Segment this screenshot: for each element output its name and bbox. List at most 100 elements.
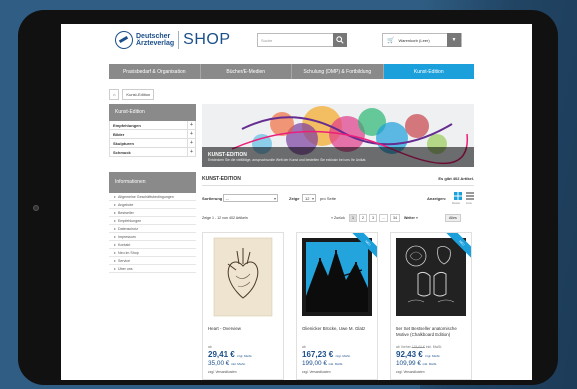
- plus-icon[interactable]: +: [187, 148, 195, 156]
- plus-icon[interactable]: +: [187, 130, 195, 138]
- pagination-page-2[interactable]: 2: [358, 214, 367, 222]
- sidebar-item-skulpturen[interactable]: Skulpturen +: [109, 139, 196, 148]
- sidebar-item-label: Bilder: [113, 131, 125, 137]
- grid-view-icon[interactable]: [454, 192, 462, 200]
- price-net-suffix: zzgl. MwSt.: [424, 354, 441, 358]
- sidebar-item-bilder[interactable]: Bilder +: [109, 130, 196, 139]
- product-name[interactable]: Heart - Overview: [208, 326, 282, 332]
- sidebar-info-title: Informationen: [109, 172, 196, 193]
- listing-count: Es gibt 402 Artikel.: [438, 176, 474, 181]
- chevron-down-icon[interactable]: ▼: [447, 33, 461, 47]
- cart-button[interactable]: 🛒 Warenkorb (Leer) ▼: [382, 33, 462, 47]
- sidebar-item-empfehlungen[interactable]: Empfehlungen +: [109, 121, 196, 130]
- pagination-page-3[interactable]: 3: [368, 214, 377, 222]
- pagination-ellipsis: ...: [378, 214, 388, 222]
- list-view-label: Liste: [466, 201, 472, 205]
- info-link-agb[interactable]: Allgemeine Geschäftsbedingungen: [109, 193, 196, 201]
- list-view-icon[interactable]: [466, 192, 474, 200]
- sort-select[interactable]: -- ▾: [223, 194, 278, 202]
- info-link-empfehlungen[interactable]: Empfehlungen: [109, 217, 196, 225]
- info-link-neu[interactable]: Neu im Shop: [109, 249, 196, 257]
- search-button[interactable]: [333, 33, 347, 47]
- product-grid: Heart - Overview ab 29,41 € zzgl. MwSt. …: [202, 232, 474, 380]
- price-net: 29,41 € zzgl. MwSt.: [208, 350, 252, 359]
- chalkboard-anatomy-image: [396, 238, 466, 316]
- pagination-page-1[interactable]: 1: [348, 214, 357, 222]
- info-link-ueber-uns[interactable]: Über uns: [109, 265, 196, 273]
- per-page-value: 12: [305, 195, 310, 201]
- product-name[interactable]: 5er Set Bestseller anatomische Motive (C…: [396, 326, 470, 338]
- nav-item-buecher[interactable]: Bücher/E-Medien: [201, 64, 292, 79]
- price-net: 167,23 € zzgl. MwSt.: [302, 350, 351, 359]
- plus-icon[interactable]: +: [187, 121, 195, 129]
- sidebar-item-schmuck[interactable]: Schmuck +: [109, 148, 196, 157]
- pagination-next[interactable]: Weiter »: [404, 216, 418, 220]
- product-image[interactable]: [300, 236, 374, 318]
- sort-label: Sortierung: [202, 196, 223, 201]
- shipping-link[interactable]: zzgl. Versandkosten: [208, 370, 237, 374]
- pagination-prev[interactable]: « Zurück: [329, 215, 347, 221]
- pagination-row: Zeige 1 - 12 von 402 Artikeln « Zurück 1…: [202, 214, 474, 224]
- shipping-link[interactable]: zzgl. Versandkosten: [302, 370, 331, 374]
- per-page-select[interactable]: 12 ▾: [302, 194, 316, 202]
- price-net-suffix: zzgl. MwSt.: [236, 354, 253, 358]
- product-name[interactable]: Glienicker Brücke, Uwe M. Glatz: [302, 326, 376, 332]
- sort-value: --: [226, 195, 229, 201]
- sidebar: Kunst-Edition Empfehlungen + Bilder + Skul…: [109, 104, 196, 273]
- logo-text: Deutscher Ärzteverlag: [136, 33, 174, 47]
- sidebar-item-label: Schmuck: [113, 149, 131, 155]
- price-prefix: ab: [302, 345, 306, 349]
- camera-icon: [33, 205, 39, 211]
- chevron-down-icon: ▾: [273, 196, 276, 201]
- listing-header: KUNST-EDITION Es gibt 402 Artikel.: [202, 176, 474, 186]
- listing-toolbar: Sortierung -- ▾ Zeige 12 ▾ pro Seite Anz…: [202, 192, 474, 206]
- product-image[interactable]: [394, 236, 468, 318]
- home-icon[interactable]: ⌂: [109, 89, 120, 100]
- main-nav: Praxisbedarf & Organisation Bücher/E-Med…: [109, 64, 474, 79]
- breadcrumb-current[interactable]: Kunst-Edition: [122, 89, 155, 100]
- price-gross-suffix: inkl. MwSt.: [231, 362, 246, 366]
- info-link-service[interactable]: Service: [109, 257, 196, 265]
- banner-subtitle: Entdecken Sie die vielfältige, anspruchs…: [208, 158, 367, 162]
- price-net-value: 167,23 €: [302, 350, 334, 359]
- price-gross-suffix: inkl. MwSt.: [422, 362, 438, 366]
- sidebar-category-title: Kunst-Edition: [109, 104, 196, 121]
- grid-view-label: Raster: [452, 201, 461, 205]
- price-prefix: ab: [208, 345, 212, 349]
- info-link-datenschutz[interactable]: Datenschutz: [109, 225, 196, 233]
- shipping-link[interactable]: zzgl. Versandkosten: [396, 370, 425, 374]
- sidebar-item-label: Empfehlungen: [113, 122, 141, 128]
- old-price-suffix: inkl. MwSt.: [425, 345, 443, 349]
- price-gross-value: 35,00 €: [208, 360, 230, 367]
- product-card[interactable]: Heart - Overview ab 29,41 € zzgl. MwSt. …: [202, 232, 284, 380]
- price-gross-value: 109,99 €: [396, 360, 421, 367]
- product-card[interactable]: NEU 5er Set Bestseller anatomische Motiv…: [390, 232, 472, 380]
- product-card[interactable]: NEU Glienicker Brücke, Uwe M. Glatz ab 1…: [296, 232, 378, 380]
- anatomical-heart-image: [213, 237, 273, 317]
- info-link-bestseller[interactable]: Bestseller: [109, 209, 196, 217]
- price-net: 92,43 € zzgl. MwSt.: [396, 350, 440, 359]
- old-price: 178,00 €: [411, 345, 425, 349]
- price-prefix-text: ab Vorher: [396, 345, 411, 349]
- info-link-angebote[interactable]: Angebote: [109, 201, 196, 209]
- breadcrumb: ⌂ Kunst-Edition: [109, 89, 155, 100]
- search-icon: [336, 36, 344, 44]
- pagination: « Zurück 1 2 3 ... 34 Weiter »: [329, 214, 418, 222]
- show-all-button[interactable]: Alles: [445, 214, 461, 222]
- category-banner: KUNST-EDITION Entdecken Sie die vielfält…: [202, 104, 474, 167]
- info-link-impressum[interactable]: Impressum: [109, 233, 196, 241]
- plus-icon[interactable]: +: [187, 139, 195, 147]
- info-link-kontakt[interactable]: Kontakt: [109, 241, 196, 249]
- nav-item-praxisbedarf[interactable]: Praxisbedarf & Organisation: [109, 64, 201, 79]
- nav-item-schulung[interactable]: Schulung (DMP) & Fortbildung: [292, 64, 384, 79]
- price-net-value: 29,41 €: [208, 350, 235, 359]
- logo[interactable]: Deutscher Ärzteverlag SHOP: [115, 31, 230, 49]
- sidebar-item-label: Skulpturen: [113, 140, 134, 146]
- pagination-page-34[interactable]: 34: [389, 214, 400, 222]
- bridge-artwork-image: [302, 238, 372, 316]
- nav-item-kunst-edition[interactable]: Kunst-Edition: [383, 64, 474, 79]
- product-image[interactable]: [206, 236, 280, 318]
- cart-label: Warenkorb (Leer): [398, 37, 430, 43]
- result-range: Zeige 1 - 12 von 402 Artikeln: [202, 216, 248, 220]
- price-gross: 109,99 € inkl. MwSt.: [396, 360, 437, 367]
